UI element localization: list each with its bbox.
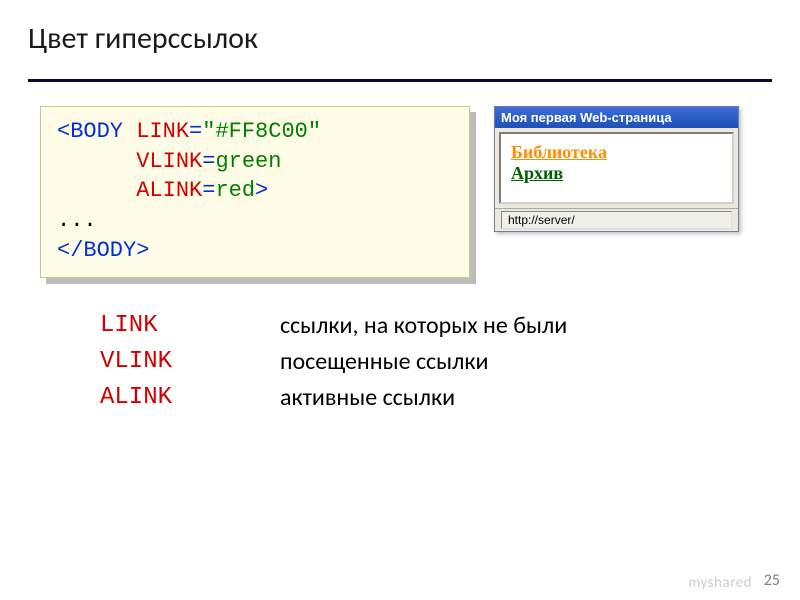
code-token: VLINK — [136, 149, 202, 174]
page-number: 25 — [764, 571, 780, 590]
page-title: Цвет гиперссылок — [28, 20, 772, 63]
code-token: LINK — [136, 119, 189, 144]
legend-key-vlink: VLINK — [100, 344, 280, 380]
browser-preview: Моя первая Web-страница Библиотека Архив… — [494, 106, 739, 232]
legend-row: LINK ссылки, на которых не были — [100, 308, 772, 344]
example-link-unvisited: Библиотека — [511, 142, 607, 162]
legend-row: VLINK посещенные ссылки — [100, 344, 772, 380]
browser-body: Библиотека Архив — [499, 132, 734, 204]
legend-desc-alink: активные ссылки — [280, 380, 455, 416]
code-token: ... — [57, 208, 97, 233]
code-token: <BODY — [57, 119, 136, 144]
legend-desc-vlink: посещенные ссылки — [280, 344, 488, 380]
title-underline — [28, 79, 772, 82]
browser-statusbar: http://server/ — [495, 208, 738, 231]
legend-key-link: LINK — [100, 308, 280, 344]
browser-titlebar: Моя первая Web-страница — [495, 107, 738, 128]
code-token: ALINK — [136, 178, 202, 203]
code-token: "#FF8C00" — [202, 119, 321, 144]
code-token: = — [189, 119, 202, 144]
example-link-visited: Архив — [511, 163, 563, 183]
code-example: <BODY LINK="#FF8C00" VLINK=green ALINK=r… — [40, 106, 470, 278]
code-token: = — [202, 178, 215, 203]
code-token: > — [255, 178, 268, 203]
code-token: </BODY> — [57, 238, 149, 263]
legend-key-alink: ALINK — [100, 380, 280, 416]
legend-desc-link: ссылки, на которых не были — [280, 308, 567, 344]
code-token: green — [215, 149, 281, 174]
code-token: red — [215, 178, 255, 203]
legend: LINK ссылки, на которых не были VLINK по… — [100, 308, 772, 416]
watermark: myshared — [688, 574, 752, 592]
status-text: http://server/ — [501, 211, 732, 229]
code-token: = — [202, 149, 215, 174]
legend-row: ALINK активные ссылки — [100, 380, 772, 416]
